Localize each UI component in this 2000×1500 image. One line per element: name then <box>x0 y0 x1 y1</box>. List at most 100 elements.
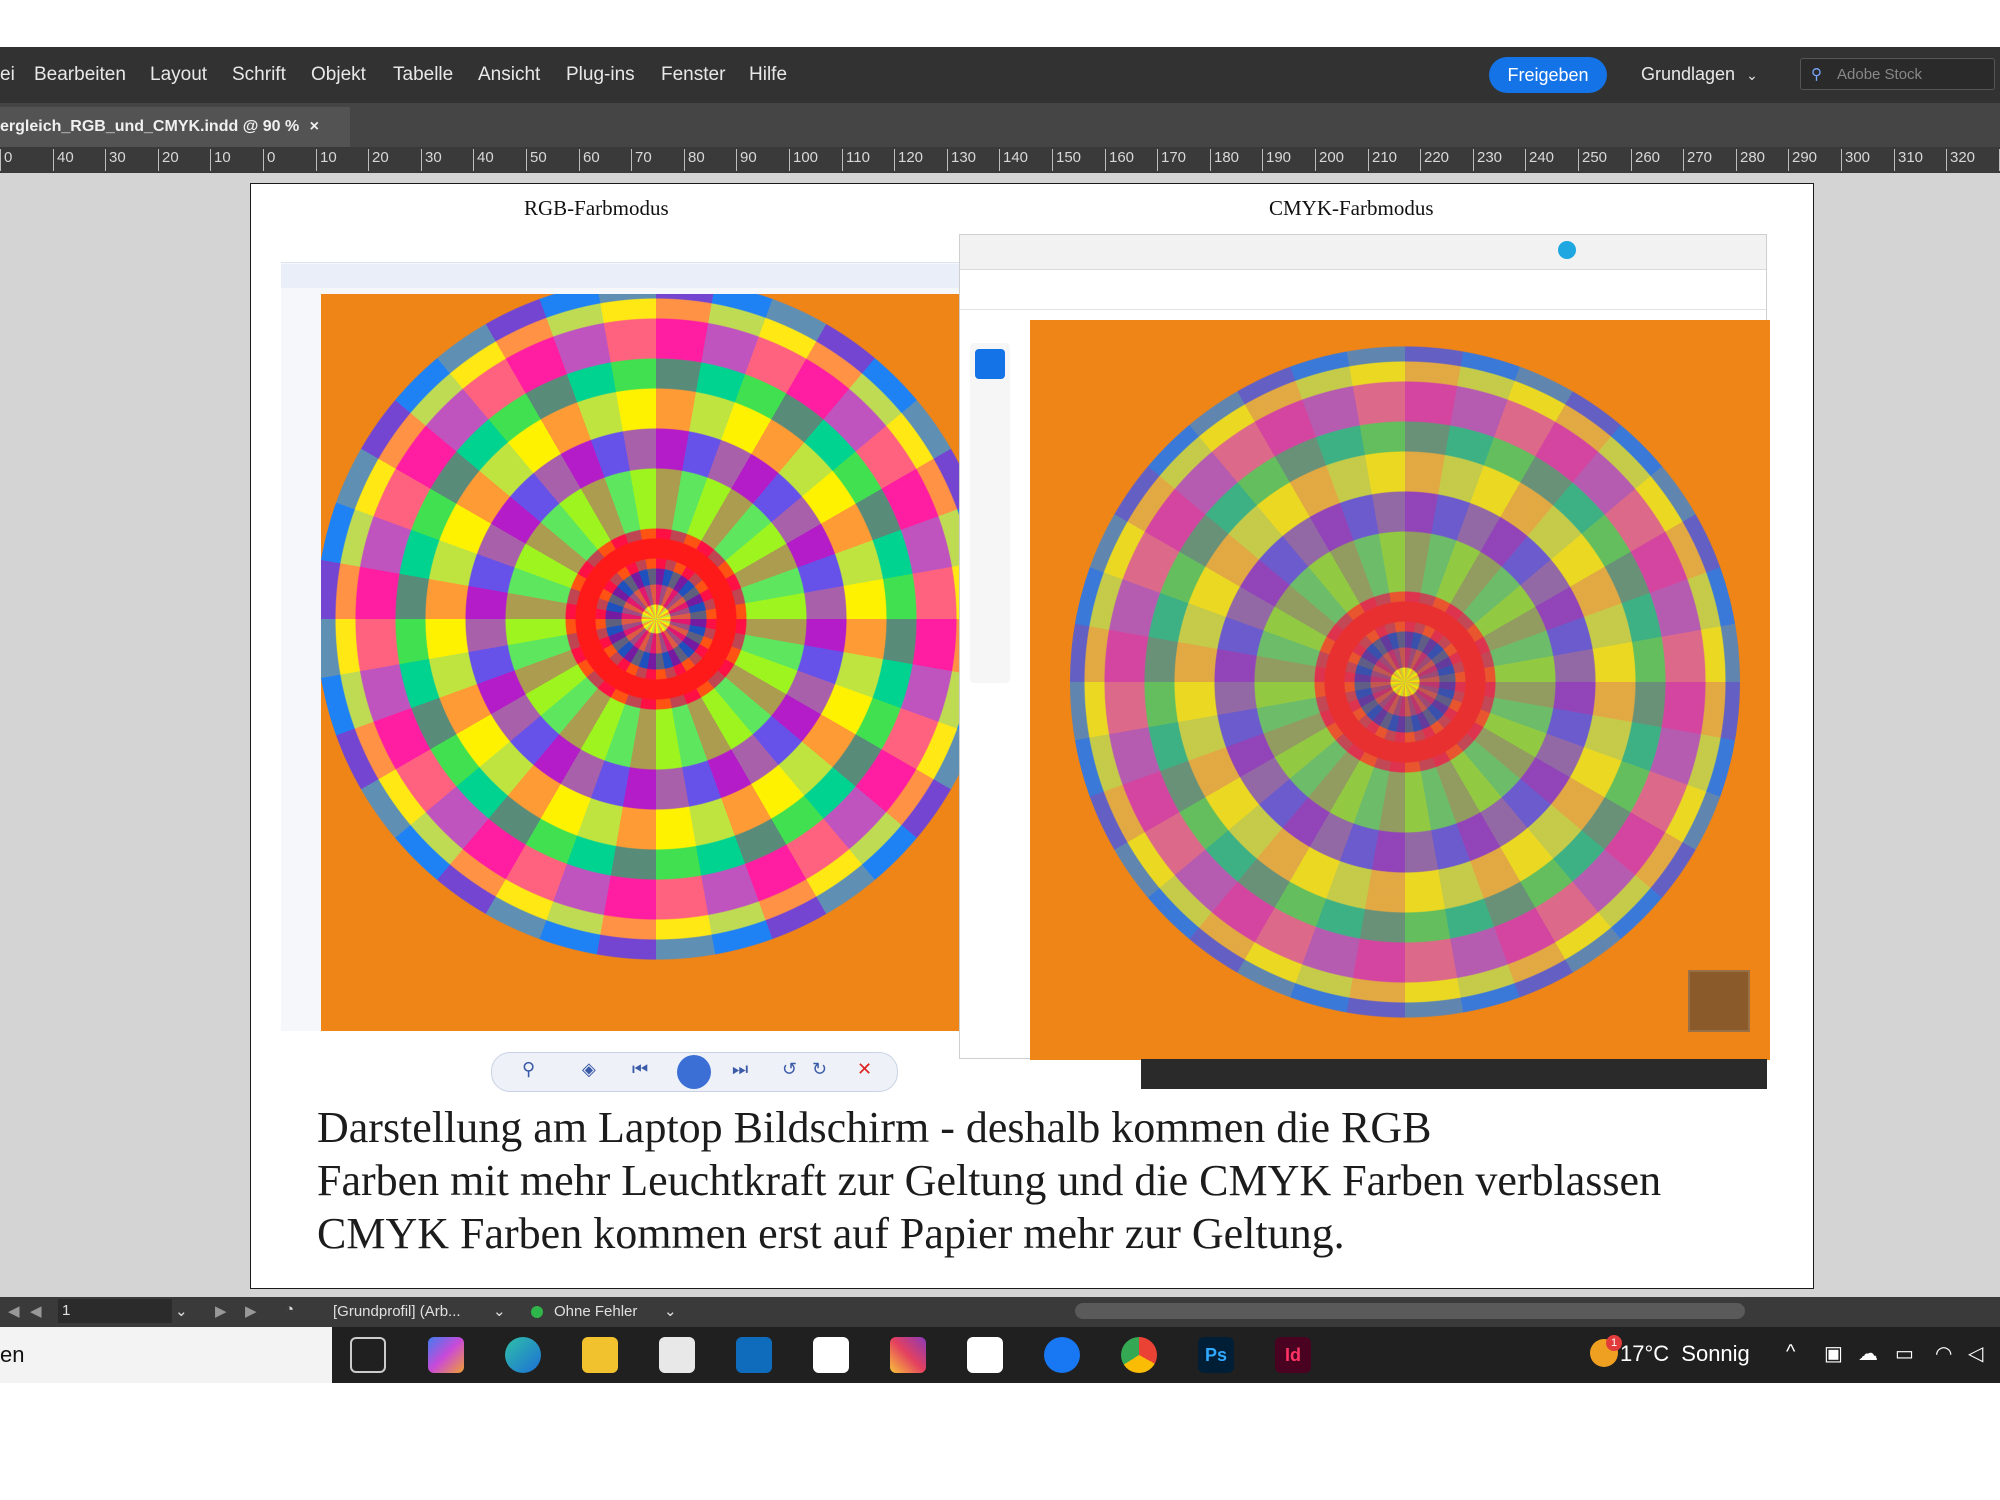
file-explorer-icon[interactable] <box>582 1337 618 1373</box>
menu-datei[interactable]: ei <box>0 64 15 86</box>
rotate-right-icon[interactable]: ↻ <box>812 1059 827 1080</box>
previous-icon[interactable]: ⏮ <box>632 1059 648 1080</box>
facebook-icon[interactable] <box>1044 1337 1080 1373</box>
preflight-label[interactable]: Ohne Fehler <box>554 1303 637 1320</box>
horizontal-scrollbar[interactable] <box>1075 1303 1745 1319</box>
first-page-icon[interactable]: ◀ <box>8 1302 20 1320</box>
ruler-tick <box>1052 149 1053 171</box>
last-page-icon[interactable]: ▶ <box>245 1302 257 1320</box>
preflight-icon[interactable]: ◔ <box>285 1301 294 1318</box>
wifi-icon[interactable]: ◠ <box>1935 1341 1952 1366</box>
ruler-label: 0 <box>267 149 276 166</box>
ruler-label: 30 <box>425 149 442 166</box>
menu-bearbeiten[interactable]: Bearbeiten <box>34 64 126 86</box>
menu-layout[interactable]: Layout <box>150 64 207 86</box>
ruler-tick <box>1420 149 1421 171</box>
taskbar-search[interactable]: en <box>0 1327 332 1383</box>
close-icon[interactable]: × <box>310 118 319 135</box>
ruler-label: 40 <box>57 149 74 166</box>
thumbnail-image <box>1688 970 1750 1032</box>
ruler-tick <box>421 149 422 171</box>
amazon-icon[interactable] <box>967 1337 1003 1373</box>
ruler-label: 130 <box>951 149 977 166</box>
caption-text: Darstellung am Laptop Bildschirm - desha… <box>317 1101 1661 1260</box>
youtube-icon[interactable] <box>813 1337 849 1373</box>
ruler-tick <box>368 149 369 171</box>
select-tool-icon[interactable] <box>975 349 1005 379</box>
preflight-dropdown-icon[interactable]: ⌄ <box>664 1302 677 1320</box>
workspace-switcher[interactable]: Grundlagen ⌄ <box>1641 64 1758 85</box>
battery-icon[interactable]: ▭ <box>1895 1341 1914 1366</box>
menu-objekt[interactable]: Objekt <box>311 64 366 86</box>
profile-dropdown-icon[interactable]: ⌄ <box>493 1302 506 1320</box>
delete-icon[interactable]: ✕ <box>857 1059 872 1080</box>
outlook-icon[interactable] <box>736 1337 772 1373</box>
meet-icon[interactable]: ▣ <box>1824 1341 1843 1366</box>
next-page-icon[interactable]: ▶ <box>215 1302 227 1320</box>
ruler-label: 20 <box>372 149 389 166</box>
acrobat-titlebar <box>960 235 1766 270</box>
ruler-label: 300 <box>1845 149 1871 166</box>
weather-badge: 1 <box>1606 1335 1622 1351</box>
ruler-label: 170 <box>1161 149 1187 166</box>
weather-widget[interactable]: 1 17°C Sonnig <box>1590 1335 1750 1367</box>
viewer-navigation-bar: ⚲ ◈ ⏮ ⏭ ↺ ↻ ✕ <box>491 1052 898 1092</box>
status-bar: ◀ ◀ 1 ⌄ ▶ ▶ ◔ [Grundprofil] (Arb... ⌄ Oh… <box>0 1297 2000 1327</box>
ruler-tick <box>1946 149 1947 171</box>
actual-size-icon[interactable]: ◈ <box>582 1059 596 1080</box>
next-icon[interactable]: ⏭ <box>732 1059 748 1080</box>
volume-icon[interactable]: ◁ <box>1968 1341 1983 1366</box>
menu-schrift[interactable]: Schrift <box>232 64 286 86</box>
zoom-icon[interactable]: ⚲ <box>522 1059 535 1080</box>
ruler-tick <box>210 149 211 171</box>
rgb-mandala-spokes <box>321 294 961 964</box>
ruler-label: 290 <box>1792 149 1818 166</box>
instagram-icon[interactable] <box>890 1337 926 1373</box>
profile-label[interactable]: [Grundprofil] (Arb... <box>333 1303 461 1320</box>
cmyk-mandala-image <box>1030 320 1770 1060</box>
ruler-label: 100 <box>793 149 819 166</box>
edge-icon[interactable] <box>505 1337 541 1373</box>
ruler-tick <box>158 149 159 171</box>
task-view-icon[interactable] <box>350 1337 386 1373</box>
ruler-label: 250 <box>1582 149 1608 166</box>
menu-tabelle[interactable]: Tabelle <box>393 64 453 86</box>
slideshow-icon[interactable] <box>677 1055 711 1089</box>
share-button[interactable]: Freigeben <box>1489 57 1607 93</box>
search-icon: ⚲ <box>1811 66 1822 83</box>
menu-plugins[interactable]: Plug-ins <box>566 64 635 86</box>
onedrive-icon[interactable]: ☁ <box>1858 1341 1878 1366</box>
ruler-tick <box>1683 149 1684 171</box>
document-tab[interactable]: ergleich_RGB_und_CMYK.indd @ 90 % × <box>0 107 350 147</box>
store-icon[interactable] <box>659 1337 695 1373</box>
ruler-label: 160 <box>1109 149 1135 166</box>
ruler-tick <box>1894 149 1895 171</box>
page-number-field[interactable]: 1 <box>58 1299 172 1323</box>
chrome-icon[interactable] <box>1121 1337 1157 1373</box>
caption-line-3: CMYK Farben kommen erst auf Papier mehr … <box>317 1209 1345 1258</box>
ruler-tick <box>473 149 474 171</box>
ruler-label: 190 <box>1266 149 1292 166</box>
menu-hilfe[interactable]: Hilfe <box>749 64 787 86</box>
ruler-label: 220 <box>1424 149 1450 166</box>
ruler-tick <box>1578 149 1579 171</box>
horizontal-ruler[interactable]: 0 40 30 20 10 0 10 20 30 40 50 60 70 80 90 100 110 120 130… <box>0 147 2000 174</box>
menu-fenster[interactable]: Fenster <box>661 64 725 86</box>
page-dropdown-icon[interactable]: ⌄ <box>175 1302 188 1320</box>
adobe-stock-search[interactable]: ⚲ Adobe Stock <box>1800 58 1995 90</box>
copilot-icon[interactable] <box>428 1337 464 1373</box>
ruler-tick <box>0 149 1 171</box>
indesign-icon[interactable]: Id <box>1275 1337 1311 1373</box>
rotate-left-icon[interactable]: ↺ <box>782 1059 797 1080</box>
chevron-up-icon[interactable]: ^ <box>1786 1341 1795 1364</box>
previous-page-icon[interactable]: ◀ <box>30 1302 42 1320</box>
ruler-label: 210 <box>1372 149 1398 166</box>
menu-ansicht[interactable]: Ansicht <box>478 64 540 86</box>
ruler-label: 90 <box>740 149 757 166</box>
ruler-label: 320 <box>1950 149 1976 166</box>
ruler-label: 230 <box>1477 149 1503 166</box>
ruler-label: 0 <box>4 149 13 166</box>
photoshop-icon[interactable]: Ps <box>1198 1337 1234 1373</box>
ruler-tick <box>631 149 632 171</box>
ruler-tick <box>894 149 895 171</box>
